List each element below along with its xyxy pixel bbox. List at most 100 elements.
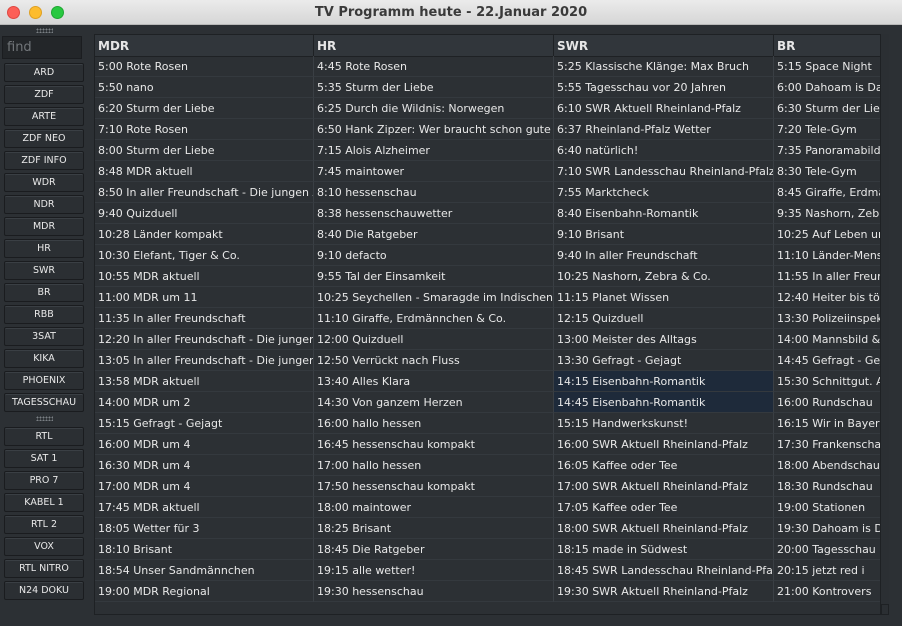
program-cell[interactable]: 13:58 MDR aktuell (95, 371, 314, 392)
program-cell[interactable]: 13:00 Meister des Alltags (554, 329, 774, 350)
program-cell[interactable]: 14:00 Mannsbild & Pfundsweib (774, 329, 880, 350)
channel-button-hr[interactable]: HR (4, 239, 84, 258)
program-cell[interactable]: 6:10 SWR Aktuell Rheinland-Pfalz (554, 98, 774, 119)
program-cell[interactable]: 7:55 Marktcheck (554, 182, 774, 203)
program-cell[interactable]: 6:20 Sturm der Liebe (95, 98, 314, 119)
program-cell[interactable]: 6:30 Sturm der Liebe (774, 98, 880, 119)
program-cell[interactable]: 18:30 Rundschau (774, 476, 880, 497)
program-cell[interactable]: 8:30 Tele-Gym (774, 161, 880, 182)
program-cell[interactable]: 9:55 Tal der Einsamkeit (314, 266, 554, 287)
program-cell[interactable]: 11:35 In aller Freundschaft (95, 308, 314, 329)
program-cell[interactable]: 13:30 Gefragt - Gejagt (554, 350, 774, 371)
program-cell[interactable]: 8:40 Die Ratgeber (314, 224, 554, 245)
channel-button-ndr[interactable]: NDR (4, 195, 84, 214)
program-cell[interactable]: 19:00 Stationen (774, 497, 880, 518)
channel-button-kabel-1[interactable]: KABEL 1 (4, 493, 84, 512)
program-cell[interactable]: 5:15 Space Night (774, 56, 880, 77)
channel-button-sat-1[interactable]: SAT 1 (4, 449, 84, 468)
channel-button-swr[interactable]: SWR (4, 261, 84, 280)
program-cell[interactable]: 9:40 In aller Freundschaft (554, 245, 774, 266)
program-cell[interactable]: 7:45 maintower (314, 161, 554, 182)
program-cell[interactable]: 18:45 Die Ratgeber (314, 539, 554, 560)
program-cell[interactable]: 10:30 Elefant, Tiger & Co. (95, 245, 314, 266)
program-cell[interactable]: 10:25 Nashorn, Zebra & Co. (554, 266, 774, 287)
program-cell[interactable]: 6:40 natürlich! (554, 140, 774, 161)
program-cell[interactable]: 16:00 SWR Aktuell Rheinland-Pfalz (554, 434, 774, 455)
program-cell[interactable]: 17:30 Frankenschau aktuell (774, 434, 880, 455)
splitter-handle-middle[interactable] (36, 416, 53, 421)
program-cell[interactable]: 14:45 Gefragt - Gejagt (774, 350, 880, 371)
channel-button-wdr[interactable]: WDR (4, 173, 84, 192)
program-cell[interactable]: 18:00 maintower (314, 497, 554, 518)
channel-button-mdr[interactable]: MDR (4, 217, 84, 236)
splitter-handle-top[interactable] (36, 28, 53, 33)
program-cell[interactable]: 8:40 Eisenbahn-Romantik (554, 203, 774, 224)
program-cell[interactable]: 5:25 Klassische Klänge: Max Bruch (554, 56, 774, 77)
program-cell[interactable]: 14:00 MDR um 2 (95, 392, 314, 413)
channel-button-br[interactable]: BR (4, 283, 84, 302)
program-cell[interactable]: 16:00 Rundschau (774, 392, 880, 413)
program-cell[interactable]: 20:00 Tagesschau (774, 539, 880, 560)
program-cell[interactable]: 15:15 Gefragt - Gejagt (95, 413, 314, 434)
program-cell[interactable]: 6:50 Hank Zipzer: Wer braucht schon gute… (314, 119, 554, 140)
program-cell[interactable]: 8:48 MDR aktuell (95, 161, 314, 182)
program-cell[interactable]: 19:15 alle wetter! (314, 560, 554, 581)
program-cell[interactable]: 16:00 hallo hessen (314, 413, 554, 434)
program-cell[interactable]: 10:25 Seychellen - Smaragde im Indischen… (314, 287, 554, 308)
program-cell[interactable]: 14:15 Eisenbahn-Romantik (554, 371, 774, 392)
channel-button-phoenix[interactable]: PHOENIX (4, 371, 84, 390)
channel-button-kika[interactable]: KIKA (4, 349, 84, 368)
channel-button-zdf-neo[interactable]: ZDF NEO (4, 129, 84, 148)
program-cell[interactable]: 18:00 SWR Aktuell Rheinland-Pfalz (554, 518, 774, 539)
program-cell[interactable]: 8:00 Sturm der Liebe (95, 140, 314, 161)
program-table[interactable]: MDR HR SWR BR 5:00 Rote Rosen 4:45 Rote Rosen… (94, 34, 881, 615)
program-cell[interactable]: 19:30 Dahoam is Dahoam (774, 518, 880, 539)
program-cell[interactable]: 17:45 MDR aktuell (95, 497, 314, 518)
program-cell[interactable]: 17:00 MDR um 4 (95, 476, 314, 497)
program-cell[interactable]: 11:15 Planet Wissen (554, 287, 774, 308)
channel-button-zdf-info[interactable]: ZDF INFO (4, 151, 84, 170)
channel-button-rtl-2[interactable]: RTL 2 (4, 515, 84, 534)
program-cell[interactable]: 7:35 Panoramabilder / Bergwetter (774, 140, 880, 161)
column-header-br[interactable]: BR (774, 35, 880, 57)
search-input[interactable] (2, 36, 82, 59)
channel-button-rbb[interactable]: RBB (4, 305, 84, 324)
channel-button-rtl-nitro[interactable]: RTL NITRO (4, 559, 84, 578)
program-cell[interactable]: 17:00 SWR Aktuell Rheinland-Pfalz (554, 476, 774, 497)
program-cell[interactable]: 13:05 In aller Freundschaft - Die jungen… (95, 350, 314, 371)
channel-button-vox[interactable]: VOX (4, 537, 84, 556)
program-cell[interactable]: 11:00 MDR um 11 (95, 287, 314, 308)
program-cell[interactable]: 5:00 Rote Rosen (95, 56, 314, 77)
channel-button-3sat[interactable]: 3SAT (4, 327, 84, 346)
program-cell[interactable]: 4:45 Rote Rosen (314, 56, 554, 77)
program-cell[interactable]: 18:05 Wetter für 3 (95, 518, 314, 539)
program-cell[interactable]: 13:30 Polizeiinspektion 1 (774, 308, 880, 329)
column-header-hr[interactable]: HR (314, 35, 554, 57)
program-cell[interactable]: 8:10 hessenschau (314, 182, 554, 203)
channel-button-ard[interactable]: ARD (4, 63, 84, 82)
program-cell[interactable]: 18:00 Abendschau (774, 455, 880, 476)
program-cell[interactable]: 6:37 Rheinland-Pfalz Wetter (554, 119, 774, 140)
channel-button-n24-doku[interactable]: N24 DOKU (4, 581, 84, 600)
column-header-swr[interactable]: SWR (554, 35, 774, 57)
program-cell[interactable]: 7:10 Rote Rosen (95, 119, 314, 140)
program-cell[interactable]: 18:10 Brisant (95, 539, 314, 560)
channel-button-rtl[interactable]: RTL (4, 427, 84, 446)
program-cell[interactable]: 10:25 Auf Leben und Tod (774, 224, 880, 245)
program-cell[interactable]: 7:15 Alois Alzheimer (314, 140, 554, 161)
program-cell[interactable]: 12:50 Verrückt nach Fluss (314, 350, 554, 371)
program-cell[interactable]: 14:45 Eisenbahn-Romantik (554, 392, 774, 413)
program-cell[interactable]: 18:25 Brisant (314, 518, 554, 539)
channel-button-arte[interactable]: ARTE (4, 107, 84, 126)
program-cell[interactable]: 13:40 Alles Klara (314, 371, 554, 392)
program-cell[interactable]: 8:50 In aller Freundschaft - Die jungen … (95, 182, 314, 203)
program-cell[interactable]: 20:15 jetzt red i (774, 560, 880, 581)
program-cell[interactable]: 17:05 Kaffee oder Tee (554, 497, 774, 518)
program-cell[interactable]: 9:40 Quizduell (95, 203, 314, 224)
channel-button-zdf[interactable]: ZDF (4, 85, 84, 104)
program-cell[interactable]: 16:15 Wir in Bayern (774, 413, 880, 434)
channel-button-pro-7[interactable]: PRO 7 (4, 471, 84, 490)
program-cell[interactable]: 6:25 Durch die Wildnis: Norwegen (314, 98, 554, 119)
program-cell[interactable]: 12:40 Heiter bis tödlich (774, 287, 880, 308)
program-cell[interactable]: 16:05 Kaffee oder Tee (554, 455, 774, 476)
